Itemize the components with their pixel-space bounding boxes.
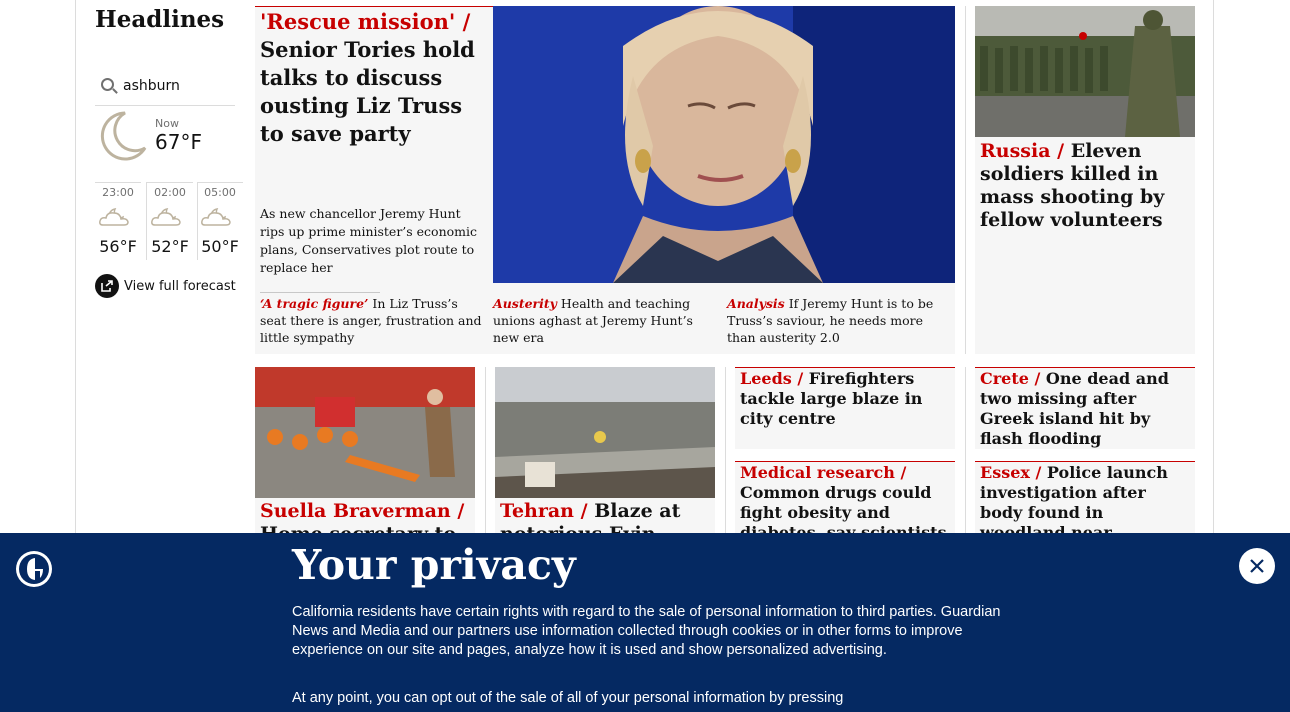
divider: [975, 461, 1195, 462]
cloud-moon-icon: [201, 208, 231, 226]
privacy-text: At any point, you can opt out of the sal…: [292, 690, 844, 706]
story-kicker: Leeds /: [740, 369, 804, 388]
sublink-2[interactable]: Austerity Health and teaching unions agh…: [493, 295, 708, 346]
forecast-temp: 52°F: [151, 237, 189, 256]
forecast-temp: 50°F: [201, 237, 239, 256]
forecast-slot: 23:00 56°F: [95, 182, 141, 261]
privacy-text: California residents have certain rights…: [292, 604, 1001, 658]
sublink-3[interactable]: Analysis If Jeremy Hunt is to be Truss’s…: [727, 295, 942, 346]
forecast-link-label: View full forecast: [124, 278, 236, 294]
leeds-headline[interactable]: Leeds / Firefighters tackle large blaze …: [740, 369, 950, 429]
russia-headline[interactable]: Russia / Eleven soldiers killed in mass …: [980, 140, 1190, 232]
forecast-temp: 56°F: [99, 237, 137, 256]
story-kicker: Suella Braverman /: [260, 500, 465, 522]
russia-story-image[interactable]: [975, 6, 1195, 137]
close-icon: [1250, 559, 1264, 573]
divider: [735, 367, 955, 368]
weather-location-search[interactable]: ashburn: [95, 72, 235, 106]
sublink-kicker: Analysis: [727, 296, 785, 311]
cloud-moon-icon: [151, 208, 181, 226]
lead-kicker: 'Rescue mission' /: [260, 9, 471, 34]
section-title: Headlines: [95, 6, 225, 33]
medical-headline[interactable]: Medical research / Common drugs could fi…: [740, 463, 950, 543]
weather-location[interactable]: ashburn: [123, 78, 180, 94]
search-icon: [101, 78, 114, 91]
story-kicker: Tehran /: [500, 500, 588, 522]
forecast-slot: 02:00 52°F: [147, 182, 193, 261]
view-full-forecast-link[interactable]: View full forecast: [95, 273, 236, 299]
braverman-story-image[interactable]: [255, 367, 475, 498]
divider: [735, 461, 955, 462]
forecast-time: 23:00: [102, 186, 134, 199]
divider: [965, 6, 966, 354]
lead-standfirst: As new chancellor Jeremy Hunt rips up pr…: [260, 206, 478, 275]
tehran-story-image[interactable]: [495, 367, 715, 498]
divider: [725, 367, 726, 537]
privacy-banner: Your privacy California residents have c…: [0, 533, 1290, 712]
forecast-slot: 05:00 50°F: [197, 182, 243, 261]
privacy-title: Your privacy: [292, 541, 576, 589]
weather-now-label: Now: [155, 117, 179, 130]
sublink-kicker: ‘A tragic figure’: [260, 296, 369, 311]
forecast-time: 02:00: [154, 186, 186, 199]
divider: [485, 367, 486, 537]
sublink-1[interactable]: ‘A tragic figure’ In Liz Truss’s seat th…: [260, 295, 482, 346]
lead-headline-text: Senior Tories hold talks to discuss oust…: [260, 37, 475, 146]
story-kicker: Medical research /: [740, 463, 907, 482]
crete-headline[interactable]: Crete / One dead and two missing after G…: [980, 369, 1190, 449]
lead-headline[interactable]: 'Rescue mission' / Senior Tories hold ta…: [260, 8, 490, 148]
close-button[interactable]: [1239, 548, 1275, 584]
external-link-icon: [95, 274, 119, 298]
weather-now-temp: 67°F: [155, 130, 202, 154]
forecast-time: 05:00: [204, 186, 236, 199]
divider: [255, 6, 493, 7]
lead-image[interactable]: [493, 6, 955, 283]
divider: [965, 367, 966, 537]
story-kicker: Russia /: [980, 140, 1065, 162]
divider: [260, 292, 380, 293]
sublink-kicker: Austerity: [493, 296, 557, 311]
story-kicker: Crete /: [980, 369, 1041, 388]
moon-icon: [100, 111, 147, 161]
story-kicker: Essex /: [980, 463, 1042, 482]
cloud-moon-icon: [99, 208, 129, 226]
divider: [975, 367, 1195, 368]
guardian-logo-icon: [16, 551, 52, 587]
